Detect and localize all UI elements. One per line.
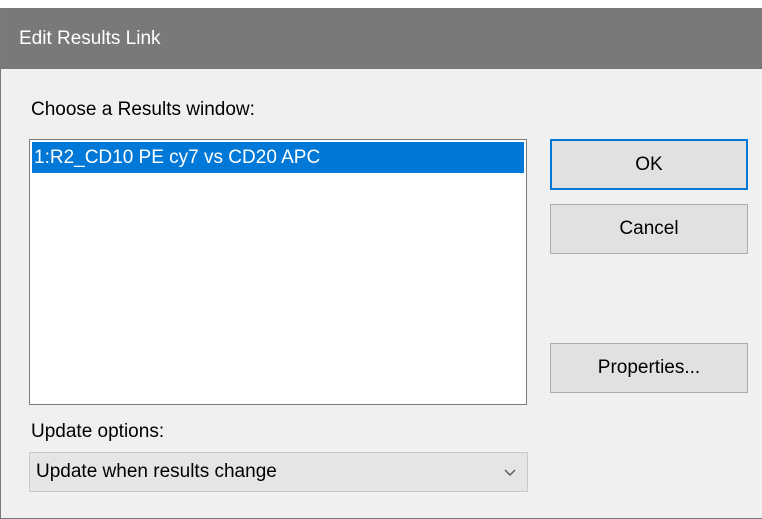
- ok-button[interactable]: OK: [550, 139, 748, 190]
- properties-button[interactable]: Properties...: [550, 343, 748, 393]
- chevron-down-icon: [504, 469, 516, 476]
- cancel-button[interactable]: Cancel: [550, 204, 748, 254]
- dialog-title: Edit Results Link: [1, 8, 762, 69]
- results-window-label: Choose a Results window:: [31, 99, 255, 120]
- list-item[interactable]: 1:R2_CD10 PE cy7 vs CD20 APC: [32, 142, 524, 173]
- update-options-label: Update options:: [31, 421, 165, 442]
- edit-results-link-dialog: Edit Results Link Choose a Results windo…: [0, 8, 762, 519]
- update-options-select[interactable]: Update when results change: [29, 452, 528, 492]
- update-options-value: Update when results change: [36, 461, 277, 482]
- results-window-listbox[interactable]: 1:R2_CD10 PE cy7 vs CD20 APC: [29, 139, 527, 405]
